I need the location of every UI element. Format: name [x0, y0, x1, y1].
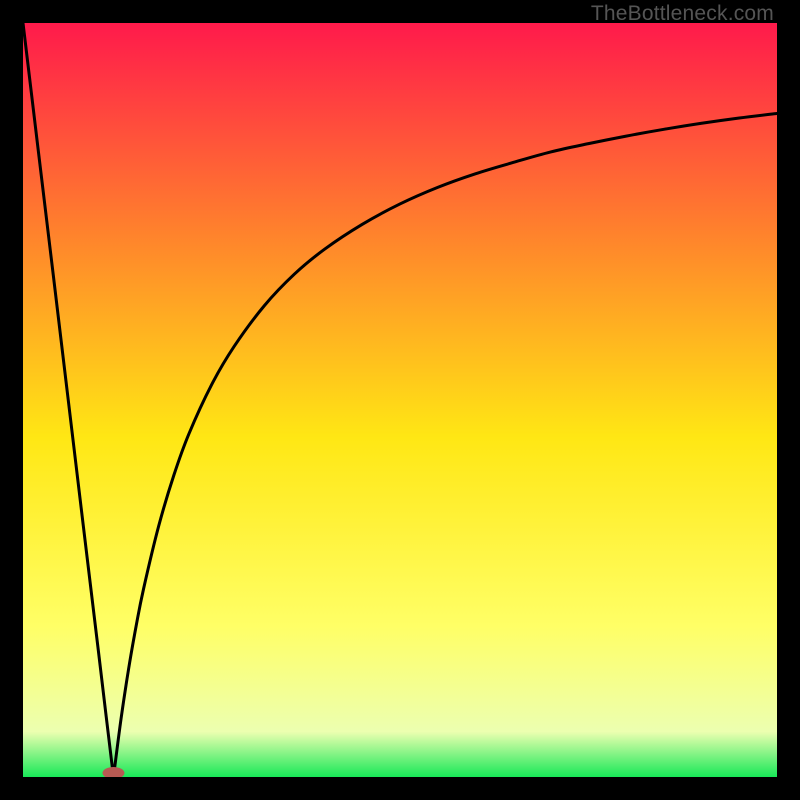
gradient-background [23, 23, 777, 777]
plot-area [23, 23, 777, 777]
bottleneck-chart [23, 23, 777, 777]
chart-frame: TheBottleneck.com [0, 0, 800, 800]
watermark-text: TheBottleneck.com [591, 2, 774, 26]
